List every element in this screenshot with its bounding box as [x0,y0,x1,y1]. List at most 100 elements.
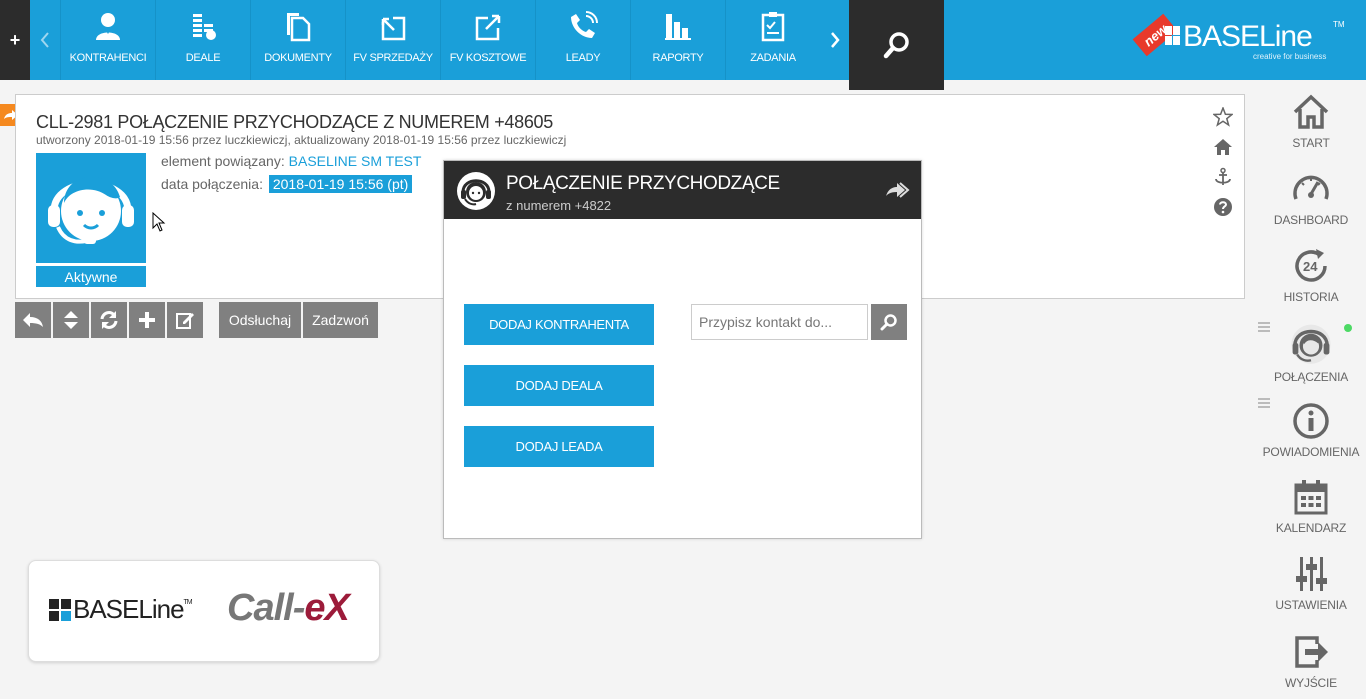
sidebar-item-label: POWIADOMIENIA [1262,445,1360,459]
callex-logo-part-a: Call- [227,587,305,629]
star-icon[interactable] [1213,107,1233,127]
call-button[interactable]: Zadzwoń [303,302,378,338]
calendar-icon [1294,480,1328,515]
home-small-icon[interactable] [1213,137,1233,157]
help-icon[interactable] [1213,197,1233,217]
mouse-cursor-icon [152,212,166,232]
svg-text:24: 24 [1303,259,1318,274]
callex-logo: Call-eX [227,587,350,630]
nav-item-label: DEALE [185,52,221,64]
call-date-value: 2018-01-19 15:56 (pt) [268,175,413,193]
sidebar-item-label: HISTORIA [1283,290,1339,304]
related-element-row: element powiązany: BASELINE SM TEST [161,153,421,169]
assign-contact-search-button[interactable] [871,304,907,340]
info-icon [1293,403,1329,439]
related-element-link[interactable]: BASELINE SM TEST [289,153,422,169]
call-meta: utworzony 2018-01-19 15:56 przez luczkie… [36,133,567,147]
baseline-squares-icon [49,599,71,621]
popup-subtitle: z numerem +4822 [506,198,612,213]
sidebar-item-label: POŁĄCZENIA [1273,370,1349,384]
reply-button[interactable] [15,302,51,338]
edit-button[interactable] [167,302,203,338]
nav-item-dokumenty[interactable]: DOKUMENTY [250,0,345,80]
refresh-button[interactable] [91,302,127,338]
chevron-right-icon [831,32,840,48]
sidebar-item-start[interactable]: START [1248,92,1366,168]
clipboard-icon [761,12,785,42]
add-lead-button[interactable]: DODAJ LEADA [464,426,654,467]
home-icon [1293,94,1329,129]
plus-icon [139,312,155,328]
nav-scroll-left-button[interactable] [30,0,60,80]
status-badge: Aktywne [36,266,146,287]
sidebar-item-label: DASHBOARD [1273,213,1349,227]
popup-header: POŁĄCZENIE PRZYCHODZĄCE z numerem +4822 [444,161,921,219]
nav-item-label: LEADY [565,52,601,64]
headset-user-icon [457,172,495,210]
search-icon [880,314,897,331]
up-down-arrows-icon [64,311,78,329]
sidebar-item-polaczenia[interactable]: POŁĄCZENIA [1248,320,1366,396]
sidebar-item-label: USTAWIENIA [1275,598,1347,612]
add-button[interactable] [129,302,165,338]
nav-item-leady[interactable]: LEADY [535,0,630,80]
search-icon [883,32,909,59]
nav-item-fv-sprzedazy[interactable]: FV SPRZEDAŻY [345,0,440,80]
invoice-out-icon [381,16,406,41]
callex-logo-part-b: eX [304,587,349,629]
date-label: data połączenia: [161,176,267,192]
add-deal-button[interactable]: DODAJ DEALA [464,365,654,406]
invoice-in-icon [475,14,501,41]
nav-item-label: FV KOSZTOWE [449,52,527,64]
documents-icon [287,13,311,42]
phone-icon [571,11,598,38]
baseline-logo[interactable]: new BASELine TM creative for business [1132,13,1345,64]
call-title: CLL-2981 POŁĄCZENIE PRZYCHODZĄCE Z NUMER… [36,112,553,132]
popup-title: POŁĄCZENIE PRZYCHODZĄCE [506,173,780,194]
sliders-icon [1296,557,1327,591]
listen-button[interactable]: Odsłuchaj [219,302,301,338]
top-navigation-bar: + KONTRAHENCI DEALE DOKUMENTY FV SPRZEDA… [0,0,1366,80]
sidebar-item-label: KALENDARZ [1275,521,1347,535]
nav-item-label: FV SPRZEDAŻY [353,52,433,64]
nav-item-label: DOKUMENTY [264,52,332,64]
nav-item-label: ZADANIA [750,52,796,64]
nav-item-kontrahenci[interactable]: KONTRAHENCI [60,0,155,80]
nav-scroll-right-button[interactable] [820,0,850,80]
nav-item-zadania[interactable]: ZADANIA [725,0,820,80]
partner-logos-card: BASELineTM Call-eX [28,560,380,662]
assign-contact-input[interactable] [691,304,868,340]
reply-all-icon [23,313,43,327]
nav-item-fv-kosztowe[interactable]: FV KOSZTOWE [440,0,535,80]
nav-item-deale[interactable]: DEALE [155,0,250,80]
forward-call-icon[interactable] [884,181,910,199]
card-tools [1213,107,1233,227]
baseline-squares-icon [1165,26,1180,45]
nav-item-label: RAPORTY [652,52,704,64]
quick-add-button[interactable]: + [0,0,30,80]
sidebar-item-dashboard[interactable]: DASHBOARD [1248,169,1366,245]
add-contractor-button[interactable]: DODAJ KONTRAHENTA [464,304,654,345]
sidebar-item-label: WYJŚCIE [1285,676,1337,690]
global-search-button[interactable] [849,0,944,90]
exit-icon [1295,636,1328,668]
gauge-icon [1293,175,1329,200]
move-button[interactable] [53,302,89,338]
baseline-footer-text: BASELine [73,594,185,624]
sidebar-item-kalendarz[interactable]: KALENDARZ [1248,477,1366,553]
history-24-icon: 24 [1295,249,1327,282]
sidebar-item-wyjscie[interactable]: WYJŚCIE [1248,632,1366,699]
sidebar-item-ustawienia[interactable]: USTAWIENIA [1248,554,1366,630]
sidebar-item-powiadomienia[interactable]: POWIADOMIENIA [1248,401,1366,477]
headset-icon [1291,324,1331,364]
baseline-footer-logo: BASELineTM [49,594,193,625]
logo-trademark: TM [1333,20,1345,29]
person-icon [96,13,120,40]
sidebar-item-historia[interactable]: 24 HISTORIA [1248,246,1366,322]
chevron-left-icon [40,32,49,48]
sidebar-item-label: START [1292,136,1330,150]
anchor-icon[interactable] [1213,167,1233,187]
bar-chart-icon [665,14,691,40]
related-label: element powiązany: [161,153,289,169]
nav-item-raporty[interactable]: RAPORTY [630,0,725,80]
